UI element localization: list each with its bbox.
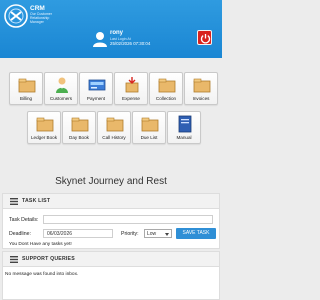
crm-logo-icon [4,4,28,28]
nav-tile-payment[interactable]: Payment [79,72,113,105]
tile-label: Customers [49,96,73,101]
day-book-icon [71,117,89,132]
tile-label: Due List [140,135,158,140]
nav-tile-day-book[interactable]: Day Book [62,111,96,144]
tile-label: Collection [155,96,177,101]
task-list-header: TASK LIST [3,194,219,209]
list-icon [10,256,18,263]
user-name: rony [110,30,124,36]
tile-label: Expense [122,96,140,101]
user-avatar-icon[interactable] [93,31,107,47]
priority-value: Low [147,231,157,237]
support-empty-note: No message was found into inbox. [5,272,79,277]
power-icon [200,34,211,44]
nav-tile-call-history[interactable]: Call History [97,111,131,144]
brand-subtitle: Our Customer Relationship Manager [30,12,52,24]
support-queries-header: SUPPORT QUERIES [3,252,219,267]
deadline-input[interactable]: 06/03/2026 [43,229,113,238]
task-list-title: TASK LIST [22,198,51,204]
deadline-label: Deadline: [9,231,31,237]
task-details-input[interactable] [43,215,213,224]
tile-label: Call History [102,135,126,140]
ledger-book-icon [36,117,54,132]
priority-label: Priority: [121,231,139,237]
top-header: CRM Our Customer Relationship Manager ro… [0,0,222,58]
collection-icon [158,78,176,93]
chevron-down-icon [165,233,169,236]
tile-label: Invoices [192,96,210,101]
customers-icon [56,77,68,93]
manual-icon [178,115,192,133]
nav-tile-invoices[interactable]: Invoices [184,72,218,105]
list-icon [10,198,18,205]
tasks-empty-note: You Dont Have any tasks yet! [9,242,72,247]
save-task-button[interactable]: SAVE TASK [176,228,216,239]
invoices-icon [193,78,211,93]
expense-icon [125,77,139,93]
priority-select[interactable]: Low [144,229,172,238]
brand-name: CRM [30,5,45,12]
nav-tile-collection[interactable]: Collection [149,72,183,105]
nav-tile-due-list[interactable]: Due List [132,111,166,144]
task-list-panel: TASK LIST Task Details: Deadline: 06/03/… [2,193,220,249]
support-queries-title: SUPPORT QUERIES [22,256,75,262]
due-list-icon [141,117,159,132]
tile-label: Manual [176,135,192,140]
task-details-label: Task Details: [9,217,39,223]
support-queries-panel: SUPPORT QUERIES No message was found int… [2,251,220,300]
tile-label: Billing [19,96,33,101]
nav-tile-customers[interactable]: Customers [44,72,78,105]
logout-button[interactable] [197,30,212,45]
nav-tile-expense[interactable]: Expense [114,72,148,105]
nav-tile-billing[interactable]: Billing [9,72,43,105]
billing-icon [18,78,36,93]
tile-label: Day Book [69,135,89,140]
tile-label: Ledger Book [30,135,58,140]
call-history-icon [106,117,124,132]
payment-icon [88,79,106,91]
page-title: Skynet Journey and Rest [55,176,167,187]
last-login-time: 25/02/2026 07:30:04 [110,41,151,46]
nav-tile-ledger-book[interactable]: Ledger Book [27,111,61,144]
nav-tile-manual[interactable]: Manual [167,111,201,144]
tile-label: Payment [86,96,106,101]
